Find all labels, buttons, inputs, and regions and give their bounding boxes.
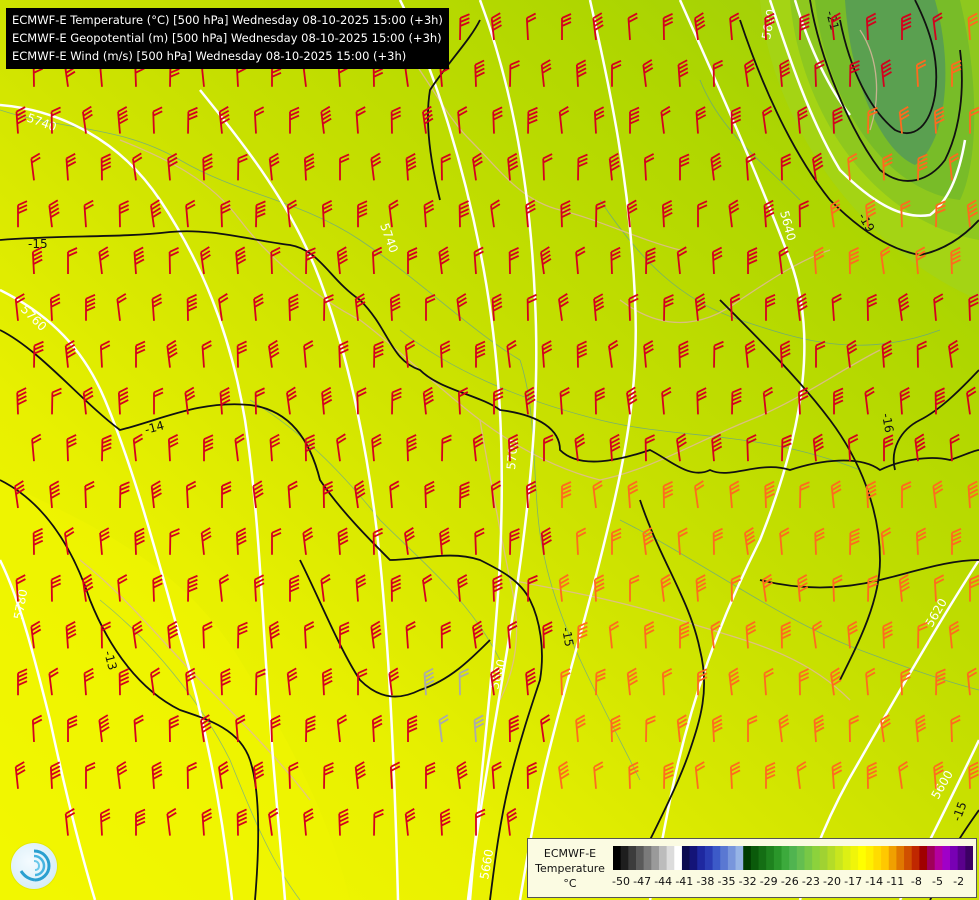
legend-tick-label: -32: [738, 875, 757, 888]
title-temperature: ECMWF-E Temperature (°C) [500 hPa] Wedne…: [12, 13, 443, 27]
legend-swatch: [743, 846, 752, 870]
legend-swatch: [635, 846, 645, 870]
legend-tick-label: -5: [932, 875, 943, 888]
legend-swatch: [735, 846, 744, 870]
legend-swatch: [881, 846, 890, 870]
legend-swatch: [781, 846, 790, 870]
legend-swatch: [674, 846, 683, 870]
legend-swatch: [965, 846, 973, 870]
weather-map[interactable]: 5740 5760 5780 5740 5700 5680 5660 5640 …: [0, 0, 979, 900]
legend-tick-label: -47: [633, 875, 652, 888]
legend-swatch: [919, 846, 928, 870]
legend-color-bar: [613, 846, 973, 870]
legend-swatch: [620, 846, 629, 870]
legend-tick-label: -50: [612, 875, 630, 888]
legend-tick-label: -41: [675, 875, 694, 888]
legend-swatch: [896, 846, 905, 870]
legend-tick-label: -38: [696, 875, 715, 888]
legend-swatch: [720, 846, 729, 870]
legend-swatch: [927, 846, 936, 870]
legend-tick-label: -26: [780, 875, 799, 888]
legend-swatch: [835, 846, 844, 870]
legend-swatch: [850, 846, 859, 870]
legend-tick-label: -14: [865, 875, 884, 888]
legend-swatch: [934, 846, 943, 870]
title-wind: ECMWF-E Wind (m/s) [500 hPa] Wednesday 0…: [12, 49, 407, 63]
legend-swatch: [689, 846, 698, 870]
legend-tick-label: -20: [823, 875, 841, 888]
legend-tick-label: -44: [654, 875, 673, 888]
legend-swatch: [704, 846, 714, 870]
legend-swatch: [789, 846, 798, 870]
legend-swatch: [651, 846, 660, 870]
legend-swatch: [858, 846, 867, 870]
legend-swatch: [950, 846, 959, 870]
legend-swatch: [727, 846, 737, 870]
legend-swatch: [643, 846, 652, 870]
legend-swatch: [842, 846, 851, 870]
legend-swatch: [957, 846, 966, 870]
legend-swatch: [911, 846, 920, 870]
title-geopotential: ECMWF-E Geopotential (m) [500 hPa] Wedne…: [12, 31, 442, 45]
legend-tick-label: -11: [886, 875, 905, 888]
legend-swatch: [904, 846, 913, 870]
legend-tick-label: -35: [717, 875, 736, 888]
legend-swatch: [613, 846, 622, 870]
legend-tick-label: -23: [801, 875, 820, 888]
legend-swatch: [766, 846, 775, 870]
legend-tick-label: -29: [759, 875, 778, 888]
temperature-legend: ECMWF-E Temperature °C -50 -47 -44 -41 -38 -3…: [527, 838, 977, 898]
legend-tick-labels: -50 -47 -44 -41 -38 -35 -32 -29 -26 -23 -20 -17 -14-…: [612, 875, 973, 891]
legend-swatch: [812, 846, 821, 870]
legend-swatch: [758, 846, 767, 870]
legend-swatch: [796, 846, 805, 870]
map-title-box: ECMWF-E Temperature (°C) [500 hPa] Wedne…: [6, 8, 449, 69]
legend-tick-label: -8: [910, 875, 922, 888]
legend-swatch: [865, 846, 874, 870]
legend-tick-label: -2: [953, 875, 965, 888]
legend-swatch: [873, 846, 882, 870]
legend-swatch: [697, 846, 706, 870]
legend-swatch: [628, 846, 637, 870]
legend-swatch: [681, 846, 691, 870]
legend-swatch: [827, 846, 836, 870]
legend-swatch: [888, 846, 897, 870]
legend-swatch: [666, 846, 675, 870]
ecmwf-logo-icon: [11, 843, 57, 889]
legend-title: ECMWF-E Temperature °C: [535, 847, 605, 890]
legend-swatch: [750, 846, 760, 870]
legend-swatch: [658, 846, 668, 870]
legend-swatch: [942, 846, 951, 870]
legend-tick-label: -17: [844, 875, 863, 888]
legend-swatch: [712, 846, 721, 870]
legend-swatch: [804, 846, 813, 870]
legend-swatch: [819, 846, 828, 870]
legend-swatch: [773, 846, 783, 870]
